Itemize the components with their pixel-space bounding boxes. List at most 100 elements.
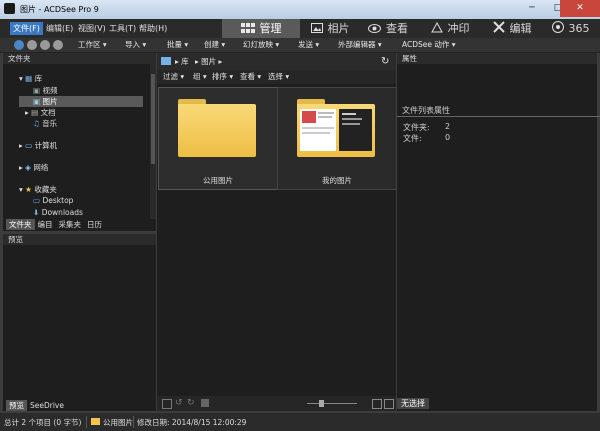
thumbnail-image <box>339 109 372 151</box>
mode-tab-photos[interactable]: 相片 <box>302 19 358 38</box>
tree-item-music[interactable]: ♫ 音乐 <box>33 118 57 129</box>
status-divider <box>133 416 134 428</box>
tab-calendar[interactable]: 日历 <box>84 219 105 230</box>
thumbnail-size-icon[interactable] <box>384 399 394 409</box>
toolbar-slideshow[interactable]: 幻灯放映 ▾ <box>243 39 279 51</box>
mode-tab-edit[interactable]: 编辑 <box>482 19 542 38</box>
tree-scrollbar[interactable] <box>150 64 156 219</box>
photo-icon <box>310 20 323 39</box>
edit-icon <box>492 20 505 39</box>
rotate-right-icon[interactable]: ↻ <box>187 398 195 408</box>
develop-icon <box>430 20 443 39</box>
tree-item-favorites[interactable]: ▾ ★ 收藏夹 <box>19 184 57 195</box>
app-icon <box>4 3 15 14</box>
menu-tools[interactable]: 工具(T) <box>106 22 139 35</box>
rotate-left-icon[interactable] <box>162 399 172 409</box>
toolbar-send[interactable]: 发送 ▾ <box>298 39 319 51</box>
folder-tree: ▾ ▦ 库 ▣ 视频 ▣ 图片 ▸ ▤ 文档 ♫ 音乐 ▸ ▭ 计算机 ▸ ◈ … <box>3 64 150 219</box>
menu-edit[interactable]: 编辑(E) <box>43 22 76 35</box>
mode-label: 365 <box>568 22 590 35</box>
tab-catalog[interactable]: 编目 <box>35 219 56 230</box>
folder-item-label: 公用图片 <box>203 176 233 185</box>
tab-preview[interactable]: 预览 <box>6 400 27 411</box>
back-icon[interactable] <box>14 40 24 50</box>
folder-icon <box>178 99 256 157</box>
view-mode-icon[interactable] <box>372 399 382 409</box>
toolbar-external-editor[interactable]: 外部编辑器 ▾ <box>338 39 382 51</box>
tab-seedrive[interactable]: SeeDrive <box>27 400 67 411</box>
tab-no-selection[interactable]: 无选择 <box>397 398 429 409</box>
rotate-icon[interactable]: ↺ <box>175 398 183 408</box>
path-segment-library[interactable]: ▸ 库 <box>175 56 189 68</box>
folders-panel: 文件夹 ▾ ▦ 库 ▣ 视频 ▣ 图片 ▸ ▤ 文档 ♫ 音乐 ▸ ▭ 计算机 … <box>3 53 156 231</box>
mode-tab-develop[interactable]: 冲印 <box>420 19 480 38</box>
property-key-files: 文件: <box>403 134 422 143</box>
zoom-slider-handle[interactable] <box>319 400 324 407</box>
acdsee365-icon <box>551 20 564 39</box>
status-divider <box>86 416 87 428</box>
tree-item-pictures[interactable]: ▣ 图片 <box>19 96 143 107</box>
menu-help[interactable]: 帮助(H) <box>136 22 170 35</box>
status-summary: 总计 2 个项目 (0 字节) <box>4 418 82 427</box>
close-button[interactable]: ✕ <box>560 0 600 17</box>
preview-panel-title: 预览 <box>3 234 156 245</box>
thumbnail-image <box>300 109 336 151</box>
tree-item-documents[interactable]: ▸ ▤ 文档 <box>25 107 56 118</box>
path-segment-pictures[interactable]: ▸ 图片 ▸ <box>195 56 222 68</box>
tree-item-videos[interactable]: ▣ 视频 <box>33 85 57 96</box>
toolbar-acdsee-actions[interactable]: ACDSee 动作 ▾ <box>402 39 456 51</box>
mode-tab-365[interactable]: 365 <box>543 19 598 38</box>
view-menu[interactable]: 查看 ▾ <box>240 71 261 83</box>
refresh-icon[interactable]: ↻ <box>381 56 389 68</box>
toolbar: 工作区 ▾ 导入 ▾ 批量 ▾ 创建 ▾ 幻灯放映 ▾ 发送 ▾ 外部编辑器 ▾… <box>0 38 600 53</box>
title-bar: 图片 - ACDSee Pro 9 ─ □ ✕ <box>0 0 600 19</box>
select-menu[interactable]: 选择 ▾ <box>268 71 289 83</box>
toolbar-batch[interactable]: 批量 ▾ <box>167 39 188 51</box>
mode-label: 编辑 <box>509 22 532 35</box>
tree-item-library[interactable]: ▾ ▦ 库 <box>19 73 42 84</box>
properties-panel-title: 属性 <box>397 53 597 64</box>
mode-tab-view[interactable]: 查看 <box>358 19 418 38</box>
filter-menu[interactable]: 过滤 ▾ <box>163 71 184 83</box>
library-icon <box>161 57 171 65</box>
home-icon[interactable] <box>53 40 63 50</box>
minimize-button[interactable]: ─ <box>519 0 545 17</box>
properties-section-title: 文件列表属性 <box>397 105 600 117</box>
mode-tab-manage[interactable]: 管理 <box>222 19 300 38</box>
group-menu[interactable]: 组 ▾ <box>193 71 207 83</box>
tab-folders[interactable]: 文件夹 <box>6 219 35 230</box>
tree-item-desktop[interactable]: ▭ Desktop <box>33 196 73 205</box>
property-value-files: 0 <box>445 133 451 142</box>
mode-label: 相片 <box>327 22 350 35</box>
tree-item-downloads[interactable]: ⬇ Downloads <box>33 208 83 217</box>
file-list-bottom-bar: ↺ ↻ <box>157 396 396 411</box>
property-key-folders: 文件夹: <box>403 123 430 132</box>
menu-file[interactable]: 文件(F) <box>10 22 43 35</box>
folder-item-label: 我的图片 <box>322 176 352 185</box>
window-title: 图片 - ACDSee Pro 9 <box>20 5 99 14</box>
zoom-slider[interactable] <box>307 403 357 404</box>
menu-view[interactable]: 视图(V) <box>75 22 109 35</box>
delete-icon[interactable] <box>201 399 209 407</box>
status-modified-date: 修改日期: 2014/8/15 12:00:29 <box>137 418 247 427</box>
folder-item-my-pictures[interactable]: 我的图片 <box>277 87 397 190</box>
tree-item-network[interactable]: ▸ ◈ 网络 <box>19 162 48 173</box>
folders-panel-tabs: 文件夹 编目 采集夹 日历 <box>6 219 105 230</box>
toolbar-workspace[interactable]: 工作区 ▾ <box>78 39 107 51</box>
up-icon[interactable] <box>40 40 50 50</box>
toolbar-import[interactable]: 导入 ▾ <box>125 39 146 51</box>
folder-icon <box>91 418 100 425</box>
path-bar: ▸ 库 ▸ 图片 ▸ ↻ <box>157 53 396 70</box>
tree-item-computer[interactable]: ▸ ▭ 计算机 <box>19 140 57 151</box>
status-selected-item: 公用图片 <box>103 418 133 427</box>
eye-icon <box>368 20 381 39</box>
mode-label: 冲印 <box>447 22 470 35</box>
forward-icon[interactable] <box>27 40 37 50</box>
sort-menu[interactable]: 排序 ▾ <box>212 71 233 83</box>
folders-panel-title: 文件夹 <box>3 53 156 64</box>
folder-item-public-pictures[interactable]: 公用图片 <box>158 87 278 190</box>
preview-panel: 预览 预览 SeeDrive <box>3 234 156 411</box>
toolbar-create[interactable]: 创建 ▾ <box>204 39 225 51</box>
status-bar: 总计 2 个项目 (0 字节) 公用图片 修改日期: 2014/8/15 12:… <box>0 413 600 431</box>
tab-collections[interactable]: 采集夹 <box>56 219 85 230</box>
